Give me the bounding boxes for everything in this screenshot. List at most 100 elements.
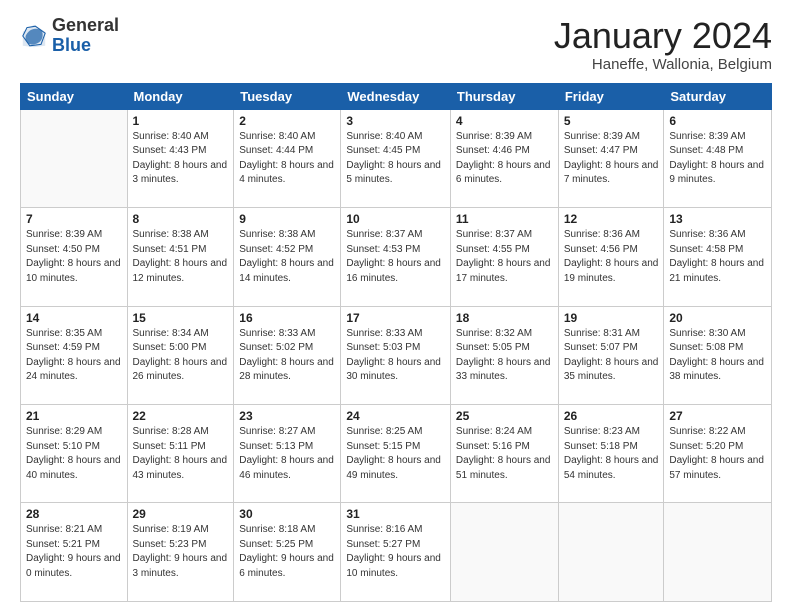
title-block: January 2024 Haneffe, Wallonia, Belgium [554, 16, 772, 73]
day-info: Sunrise: 8:19 AM Sunset: 5:23 PM Dayligh… [133, 523, 229, 581]
calendar-cell: 18Sunrise: 8:32 AM Sunset: 5:05 PM Dayli… [450, 306, 558, 404]
day-info: Sunrise: 8:38 AM Sunset: 4:51 PM Dayligh… [133, 228, 229, 286]
calendar-cell [21, 109, 128, 207]
calendar-cell: 2 Sunrise: 8:40 AM Sunset: 4:44 PM Daylig… [234, 109, 341, 207]
logo-text: General Blue [52, 16, 119, 56]
day-info: Sunrise: 8:29 AM Sunset: 5:10 PM Dayligh… [26, 425, 122, 483]
day-number: 3 [346, 114, 445, 128]
day-number: 4 [456, 114, 553, 128]
day-number: 21 [26, 409, 122, 423]
day-number: 30 [239, 507, 335, 521]
day-number: 22 [133, 409, 229, 423]
day-info: Sunrise: 8:38 AM Sunset: 4:52 PM Dayligh… [239, 228, 335, 286]
calendar-cell [558, 503, 664, 602]
calendar-table: SundayMondayTuesdayWednesdayThursdayFrid… [20, 83, 772, 602]
logo: General Blue [20, 16, 119, 56]
calendar-cell: 5Sunrise: 8:39 AM Sunset: 4:47 PM Daylig… [558, 109, 664, 207]
day-number: 26 [564, 409, 659, 423]
day-info: Sunrise: 8:30 AM Sunset: 5:08 PM Dayligh… [669, 327, 766, 385]
day-number: 24 [346, 409, 445, 423]
day-number: 12 [564, 212, 659, 226]
day-info: Sunrise: 8:33 AM Sunset: 5:02 PM Dayligh… [239, 327, 335, 385]
header: General Blue January 2024 Haneffe, Wallo… [20, 16, 772, 73]
calendar-cell: 13Sunrise: 8:36 AM Sunset: 4:58 PM Dayli… [664, 208, 772, 306]
week-row-1: 7 Sunrise: 8:39 AM Sunset: 4:50 PM Daylig… [21, 208, 772, 306]
calendar-cell: 17 Sunrise: 8:33 AM Sunset: 5:03 PM Dayli… [341, 306, 451, 404]
week-row-4: 28 Sunrise: 8:21 AM Sunset: 5:21 PM Dayli… [21, 503, 772, 602]
day-number: 16 [239, 311, 335, 325]
calendar-cell [664, 503, 772, 602]
day-number: 11 [456, 212, 553, 226]
day-info: Sunrise: 8:37 AM Sunset: 4:55 PM Dayligh… [456, 228, 553, 286]
day-info: Sunrise: 8:39 AM Sunset: 4:47 PM Dayligh… [564, 130, 659, 188]
day-number: 10 [346, 212, 445, 226]
page: General Blue January 2024 Haneffe, Wallo… [0, 0, 792, 612]
day-number: 18 [456, 311, 553, 325]
calendar-cell: 30Sunrise: 8:18 AM Sunset: 5:25 PM Dayli… [234, 503, 341, 602]
day-number: 13 [669, 212, 766, 226]
day-info: Sunrise: 8:23 AM Sunset: 5:18 PM Dayligh… [564, 425, 659, 483]
location: Haneffe, Wallonia, Belgium [554, 56, 772, 73]
week-row-3: 21 Sunrise: 8:29 AM Sunset: 5:10 PM Dayli… [21, 405, 772, 503]
day-number: 27 [669, 409, 766, 423]
weekday-header-wednesday: Wednesday [341, 83, 451, 109]
day-info: Sunrise: 8:36 AM Sunset: 4:56 PM Dayligh… [564, 228, 659, 286]
day-info: Sunrise: 8:16 AM Sunset: 5:27 PM Dayligh… [346, 523, 445, 581]
day-info: Sunrise: 8:24 AM Sunset: 5:16 PM Dayligh… [456, 425, 553, 483]
weekday-header-friday: Friday [558, 83, 664, 109]
calendar-cell: 9Sunrise: 8:38 AM Sunset: 4:52 PM Daylig… [234, 208, 341, 306]
calendar-cell: 28 Sunrise: 8:21 AM Sunset: 5:21 PM Dayli… [21, 503, 128, 602]
weekday-header-row: SundayMondayTuesdayWednesdayThursdayFrid… [21, 83, 772, 109]
calendar-cell: 4 Sunrise: 8:39 AM Sunset: 4:46 PM Daylig… [450, 109, 558, 207]
day-info: Sunrise: 8:40 AM Sunset: 4:45 PM Dayligh… [346, 130, 445, 188]
calendar-cell: 24 Sunrise: 8:25 AM Sunset: 5:15 PM Dayli… [341, 405, 451, 503]
day-number: 7 [26, 212, 122, 226]
day-info: Sunrise: 8:40 AM Sunset: 4:44 PM Dayligh… [239, 130, 335, 188]
calendar-cell: 7 Sunrise: 8:39 AM Sunset: 4:50 PM Daylig… [21, 208, 128, 306]
calendar-cell: 21 Sunrise: 8:29 AM Sunset: 5:10 PM Dayli… [21, 405, 128, 503]
day-number: 25 [456, 409, 553, 423]
weekday-header-saturday: Saturday [664, 83, 772, 109]
day-number: 14 [26, 311, 122, 325]
day-number: 17 [346, 311, 445, 325]
day-info: Sunrise: 8:21 AM Sunset: 5:21 PM Dayligh… [26, 523, 122, 581]
day-info: Sunrise: 8:39 AM Sunset: 4:50 PM Dayligh… [26, 228, 122, 286]
calendar-cell: 15Sunrise: 8:34 AM Sunset: 5:00 PM Dayli… [127, 306, 234, 404]
day-number: 6 [669, 114, 766, 128]
day-info: Sunrise: 8:37 AM Sunset: 4:53 PM Dayligh… [346, 228, 445, 286]
day-info: Sunrise: 8:33 AM Sunset: 5:03 PM Dayligh… [346, 327, 445, 385]
calendar-cell: 3 Sunrise: 8:40 AM Sunset: 4:45 PM Daylig… [341, 109, 451, 207]
day-number: 1 [133, 114, 229, 128]
calendar-cell: 23Sunrise: 8:27 AM Sunset: 5:13 PM Dayli… [234, 405, 341, 503]
day-number: 8 [133, 212, 229, 226]
day-info: Sunrise: 8:28 AM Sunset: 5:11 PM Dayligh… [133, 425, 229, 483]
day-info: Sunrise: 8:39 AM Sunset: 4:46 PM Dayligh… [456, 130, 553, 188]
day-info: Sunrise: 8:39 AM Sunset: 4:48 PM Dayligh… [669, 130, 766, 188]
calendar-cell: 10 Sunrise: 8:37 AM Sunset: 4:53 PM Dayli… [341, 208, 451, 306]
calendar-cell: 16 Sunrise: 8:33 AM Sunset: 5:02 PM Dayli… [234, 306, 341, 404]
day-info: Sunrise: 8:31 AM Sunset: 5:07 PM Dayligh… [564, 327, 659, 385]
calendar-cell: 22 Sunrise: 8:28 AM Sunset: 5:11 PM Dayli… [127, 405, 234, 503]
calendar-cell: 29Sunrise: 8:19 AM Sunset: 5:23 PM Dayli… [127, 503, 234, 602]
day-info: Sunrise: 8:40 AM Sunset: 4:43 PM Dayligh… [133, 130, 229, 188]
day-info: Sunrise: 8:25 AM Sunset: 5:15 PM Dayligh… [346, 425, 445, 483]
month-title: January 2024 [554, 16, 772, 56]
day-number: 28 [26, 507, 122, 521]
calendar-cell: 6 Sunrise: 8:39 AM Sunset: 4:48 PM Daylig… [664, 109, 772, 207]
logo-icon [20, 22, 48, 50]
calendar-cell: 20Sunrise: 8:30 AM Sunset: 5:08 PM Dayli… [664, 306, 772, 404]
calendar-cell: 14 Sunrise: 8:35 AM Sunset: 4:59 PM Dayli… [21, 306, 128, 404]
calendar-cell: 25 Sunrise: 8:24 AM Sunset: 5:16 PM Dayli… [450, 405, 558, 503]
calendar-cell [450, 503, 558, 602]
day-info: Sunrise: 8:35 AM Sunset: 4:59 PM Dayligh… [26, 327, 122, 385]
weekday-header-monday: Monday [127, 83, 234, 109]
day-info: Sunrise: 8:27 AM Sunset: 5:13 PM Dayligh… [239, 425, 335, 483]
calendar-cell: 26 Sunrise: 8:23 AM Sunset: 5:18 PM Dayli… [558, 405, 664, 503]
calendar-cell: 31 Sunrise: 8:16 AM Sunset: 5:27 PM Dayli… [341, 503, 451, 602]
calendar-cell: 27 Sunrise: 8:22 AM Sunset: 5:20 PM Dayli… [664, 405, 772, 503]
day-number: 31 [346, 507, 445, 521]
day-info: Sunrise: 8:22 AM Sunset: 5:20 PM Dayligh… [669, 425, 766, 483]
day-number: 2 [239, 114, 335, 128]
day-number: 15 [133, 311, 229, 325]
calendar-cell: 12 Sunrise: 8:36 AM Sunset: 4:56 PM Dayli… [558, 208, 664, 306]
